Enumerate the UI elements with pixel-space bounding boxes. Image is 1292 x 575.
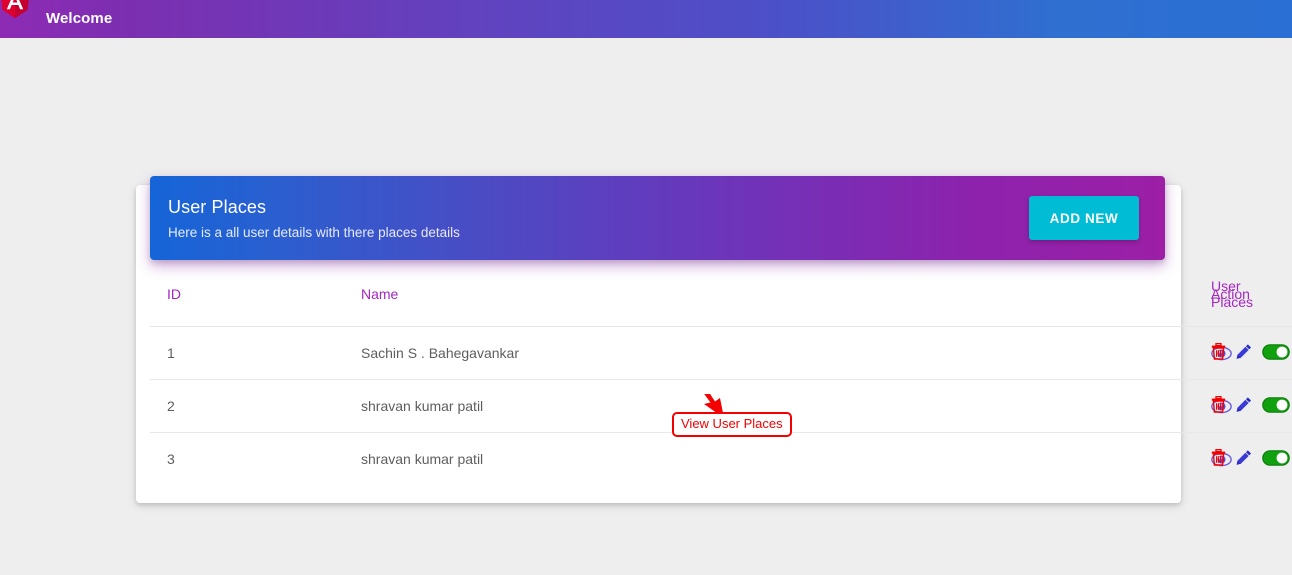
table-row: 1 Sachin S . Bahegavankar <box>150 326 1292 380</box>
cell-name: Sachin S . Bahegavankar <box>248 326 673 380</box>
trash-icon <box>1211 395 1226 413</box>
column-header-name: Name <box>248 278 673 327</box>
table-row: 3 shravan kumar patil <box>150 433 1292 486</box>
toggle-on-icon <box>1262 343 1290 360</box>
status-toggle[interactable] <box>1262 396 1290 413</box>
user-places-table-wrap: ID Name User Places Action 1 Sachin S . … <box>150 278 1292 485</box>
toolbar-title: Welcome <box>46 10 113 27</box>
annotation-tooltip: View User Places <box>672 412 792 437</box>
pencil-icon <box>1236 396 1252 413</box>
action-icons <box>1211 395 1290 413</box>
user-places-table: ID Name User Places Action 1 Sachin S . … <box>150 278 1292 485</box>
cell-user-places <box>673 326 1232 380</box>
table-header-row: ID Name User Places Action <box>150 278 1292 327</box>
cell-user-places <box>673 433 1232 486</box>
trash-icon <box>1211 342 1226 360</box>
cell-action <box>1211 379 1292 433</box>
cell-id: 1 <box>150 326 248 380</box>
edit-button[interactable] <box>1236 449 1252 466</box>
table-head: ID Name User Places Action <box>150 278 1292 327</box>
status-toggle[interactable] <box>1262 343 1290 360</box>
add-new-button[interactable]: ADD NEW <box>1029 196 1139 240</box>
pencil-icon <box>1236 343 1252 360</box>
cell-name: shravan kumar patil <box>361 451 484 467</box>
table-body: 1 Sachin S . Bahegavankar 2 shravan kuma… <box>150 326 1292 486</box>
action-icons <box>1211 342 1290 360</box>
cell-id: 3 <box>167 451 175 467</box>
delete-button[interactable] <box>1211 448 1226 466</box>
pencil-icon <box>1236 449 1252 466</box>
action-icons <box>1211 448 1290 466</box>
cell-action <box>1211 326 1292 380</box>
edit-button[interactable] <box>1236 343 1252 360</box>
cell-id: 2 <box>150 379 248 433</box>
trash-icon <box>1211 448 1226 466</box>
status-toggle[interactable] <box>1262 449 1290 466</box>
card-header-texts: User Places Here is a all user details w… <box>168 197 460 240</box>
column-header-id: ID <box>150 278 248 327</box>
angular-shield-icon <box>0 0 30 18</box>
page-subtitle: Here is a all user details with there pl… <box>168 224 460 240</box>
page-body: User Places Here is a all user details w… <box>0 38 1292 575</box>
edit-button[interactable] <box>1236 396 1252 413</box>
delete-button[interactable] <box>1211 342 1226 360</box>
cell-action <box>1211 433 1292 486</box>
page-title: User Places <box>168 196 267 217</box>
toggle-on-icon <box>1262 449 1290 466</box>
card-header: User Places Here is a all user details w… <box>150 176 1165 260</box>
app-toolbar: Welcome <box>0 0 1292 38</box>
column-header-user-places: User Places <box>673 278 1253 327</box>
delete-button[interactable] <box>1211 395 1226 413</box>
toggle-on-icon <box>1262 396 1290 413</box>
cell-name: shravan kumar patil <box>248 379 673 433</box>
